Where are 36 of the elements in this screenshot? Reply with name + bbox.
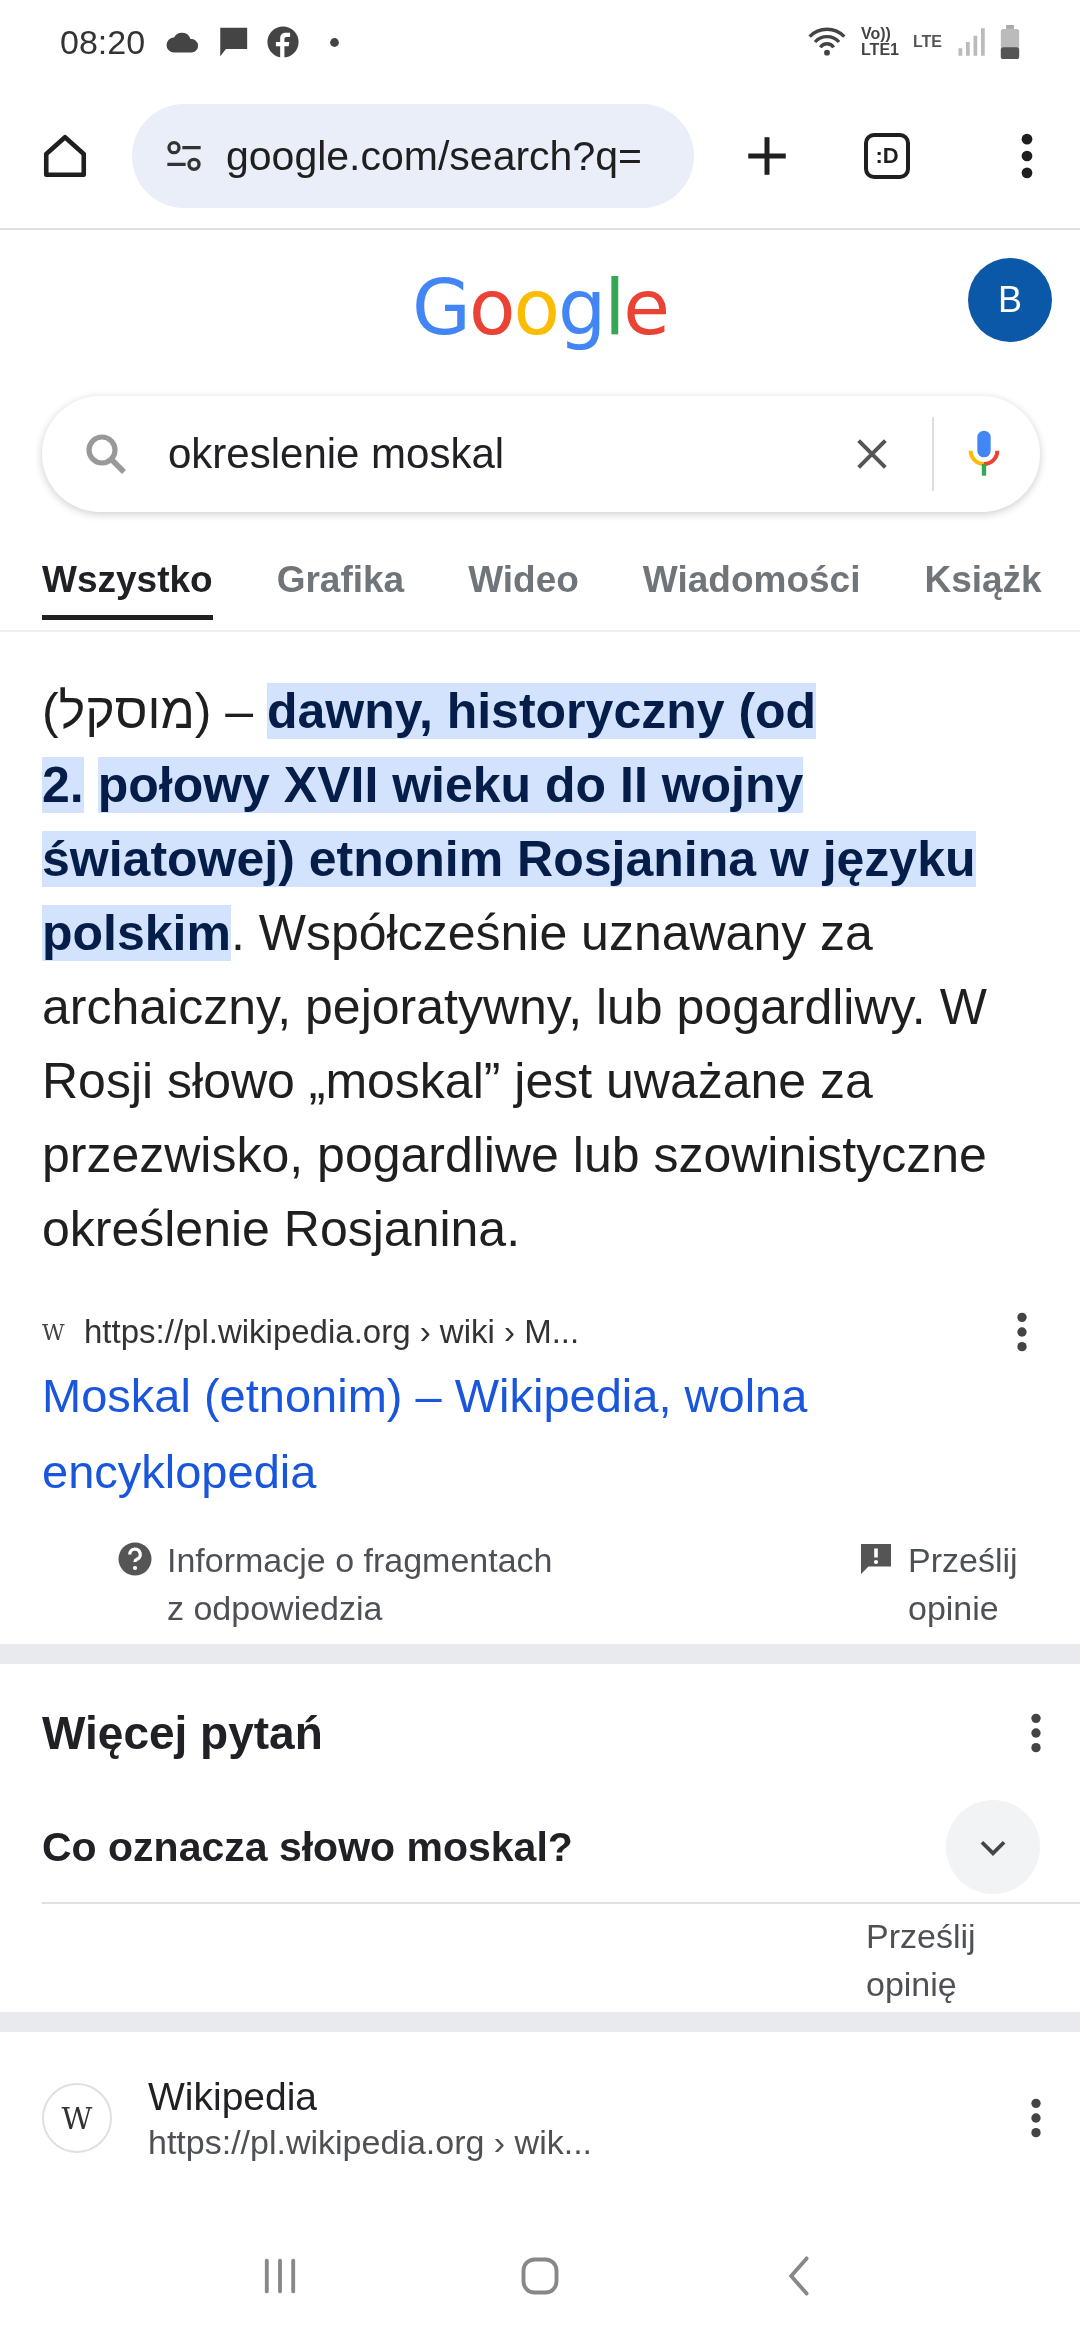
feedback-link[interactable]: Prześlij opinie bbox=[908, 1536, 1038, 1632]
search-tab[interactable]: Wszystko bbox=[42, 536, 213, 620]
feedback-icon bbox=[858, 1541, 894, 1577]
network-label: LTE1 bbox=[861, 42, 899, 58]
account-avatar[interactable]: B bbox=[968, 258, 1052, 342]
section-title: Więcej pytań bbox=[42, 1706, 323, 1760]
help-icon bbox=[117, 1541, 153, 1577]
network-label: LTE bbox=[912, 33, 942, 51]
site-name: Wikipedia bbox=[148, 2074, 319, 2119]
facebook-icon bbox=[265, 25, 302, 59]
feedback-link[interactable]: Prześlij opinię bbox=[866, 1912, 996, 2008]
signal-icon bbox=[956, 27, 986, 57]
dot-icon bbox=[329, 36, 341, 48]
source-url: https://pl.wikipedia.org › wiki › M... bbox=[84, 1313, 581, 1351]
search-tab[interactable]: Wiadomości bbox=[642, 536, 861, 620]
status-time: 08:20 bbox=[60, 22, 146, 62]
more-options-icon[interactable] bbox=[1030, 1713, 1042, 1753]
search-tab[interactable]: Książk bbox=[924, 536, 1042, 620]
menu-icon[interactable] bbox=[1020, 133, 1034, 179]
volte-label: Vo)) bbox=[861, 26, 891, 42]
wikipedia-favicon: W bbox=[42, 1319, 64, 1345]
wikipedia-favicon: W bbox=[42, 2083, 112, 2153]
question-item[interactable]: Co oznacza słowo moskal? bbox=[42, 1823, 573, 1871]
tab-switcher-button[interactable]: :D bbox=[864, 133, 910, 179]
snippet-info-link[interactable]: Informacje o fragmentach z odpowiedzia bbox=[167, 1536, 557, 1632]
search-tab[interactable]: Grafika bbox=[276, 536, 405, 620]
more-options-icon[interactable] bbox=[1030, 2098, 1042, 2138]
google-logo: Google bbox=[411, 262, 668, 352]
result-title-link[interactable]: Moskal (etnonim) – Wikipedia, wolna encyklopedia bbox=[42, 1358, 942, 1510]
wifi-icon bbox=[807, 25, 848, 59]
address-bar[interactable]: google.com/search?q= bbox=[132, 104, 694, 208]
battery-icon bbox=[1000, 25, 1020, 59]
search-tab[interactable]: Wideo bbox=[468, 536, 579, 620]
more-options-icon[interactable] bbox=[1016, 1312, 1028, 1352]
result-url: https://pl.wikipedia.org › wik... bbox=[148, 2122, 594, 2162]
search-field[interactable]: okreslenie moskal bbox=[42, 396, 1040, 512]
